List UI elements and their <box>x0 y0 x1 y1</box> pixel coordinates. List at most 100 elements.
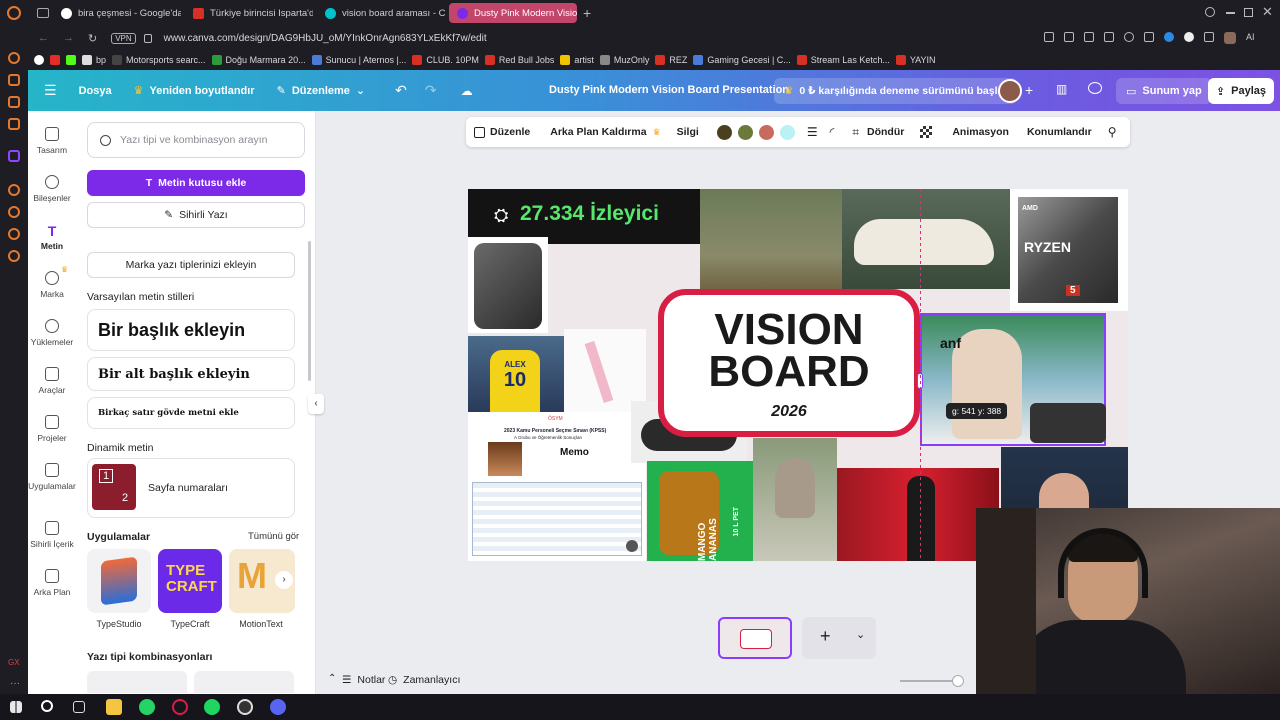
rail-item-tools[interactable]: Araçlar <box>28 367 76 395</box>
profile-avatar[interactable] <box>1224 32 1236 44</box>
browser-tab[interactable]: bira çeşmesi - Google'da A <box>53 3 181 23</box>
bookmark-item[interactable]: MuzOnly <box>599 55 649 65</box>
rail-item-apps[interactable]: Uygulamalar <box>28 463 76 491</box>
barbecue-photo-selected[interactable]: anf g: 541 y: 388 <box>917 313 1106 446</box>
bookmark-item[interactable]: Sunucu | Aternos |... <box>311 55 406 65</box>
font-combo-card[interactable] <box>194 671 294 693</box>
app-motiontext-thumb[interactable]: M › <box>229 549 295 613</box>
add-collaborator-icon[interactable]: + <box>1025 82 1033 98</box>
sidebar-icon[interactable] <box>8 74 20 86</box>
back-icon[interactable]: ← <box>38 32 49 44</box>
football-player-photo[interactable]: ALEX 10 <box>468 336 564 412</box>
see-all-link[interactable]: Tümünü gör <box>248 531 299 542</box>
mango-ananas-bottle[interactable]: MANGO ANANAS 10 L PET <box>647 461 753 561</box>
transparency-icon[interactable] <box>920 126 933 138</box>
notes-button[interactable]: ☰ Notlar <box>342 674 385 686</box>
play-icon[interactable] <box>1104 32 1114 42</box>
heart-icon[interactable] <box>1124 32 1134 42</box>
font-combo-card[interactable] <box>87 671 187 693</box>
rail-item-magic-media[interactable]: Sihirli İçerik <box>28 521 76 549</box>
viewer-count-banner[interactable]: ⛭ 27.334 İzleyici <box>468 189 700 244</box>
eraser-button[interactable]: Silgi <box>677 126 699 138</box>
mini-cooper-photo[interactable] <box>842 189 1010 289</box>
rail-item-background[interactable]: Arka Plan <box>28 569 76 597</box>
opera-gx-icon[interactable] <box>172 699 188 715</box>
chevron-up-icon[interactable]: ⌃ <box>328 673 336 684</box>
forward-icon[interactable]: → <box>63 32 74 44</box>
crop-icon[interactable]: ⌗ <box>852 125 859 140</box>
next-arrow-icon[interactable]: › <box>275 571 293 589</box>
corner-rounding-icon[interactable]: ◜ <box>830 125 835 139</box>
search-icon[interactable] <box>1205 7 1215 17</box>
bookmark-item[interactable]: artist <box>560 55 594 65</box>
file-menu[interactable]: Dosya <box>79 85 112 97</box>
spotify-icon[interactable] <box>204 699 220 715</box>
rail-item-projects[interactable]: Projeler <box>28 415 76 443</box>
file-explorer-icon[interactable] <box>106 699 122 715</box>
browser-tab[interactable]: Türkiye birincisi Isparta'da <box>185 3 313 23</box>
sidebar-icon[interactable] <box>8 96 20 108</box>
rail-item-elements[interactable]: Bileşenler <box>28 175 76 203</box>
bookmark-item[interactable]: YAYIN <box>895 55 936 65</box>
sidebar-icon[interactable] <box>8 52 20 64</box>
bookmark-icon[interactable] <box>66 55 76 65</box>
extension-icon[interactable] <box>1064 32 1074 42</box>
sidebar-icon[interactable] <box>8 118 20 130</box>
undo-icon[interactable]: ↶ <box>395 82 407 99</box>
opera-logo-icon[interactable] <box>7 6 21 20</box>
page-numbers-item[interactable]: 1 2 Sayfa numaraları <box>87 458 295 518</box>
flip-button[interactable]: Döndür <box>867 126 904 138</box>
vision-board-slide[interactable]: ⛭ 27.334 İzleyici AMD RYZEN 5 ALEX 10 ÖS… <box>468 189 1128 561</box>
tab-menu-icon[interactable] <box>37 8 49 18</box>
more-icon[interactable]: ··· <box>10 678 20 689</box>
man-kneeling-photo[interactable] <box>700 189 842 299</box>
insights-icon[interactable]: ▥ <box>1056 82 1067 96</box>
whatsapp-icon[interactable] <box>139 699 155 715</box>
comment-icon[interactable] <box>1088 82 1102 94</box>
add-page-button[interactable]: + ⌄ <box>802 617 876 659</box>
trial-button[interactable]: ♛ 0 ₺ karşılığında deneme sürümünü başlat <box>774 78 1017 104</box>
bookmark-item[interactable]: bp <box>82 55 106 65</box>
subheading-style[interactable]: Bir alt başlık ekleyin <box>87 357 295 391</box>
bookmark-item[interactable]: Stream Las Ketch... <box>796 55 890 65</box>
remove-background-button[interactable]: Arka Plan Kaldırma <box>550 126 646 138</box>
collaborator-avatar[interactable] <box>998 79 1022 103</box>
collapse-panel-button[interactable]: ‹ <box>308 394 324 414</box>
sidebar-icon[interactable] <box>8 228 20 240</box>
animate-button[interactable]: Animasyon <box>952 126 1009 138</box>
mute-icon[interactable] <box>626 540 638 552</box>
ai-label[interactable]: AI <box>1246 32 1255 44</box>
font-search-input[interactable]: Yazı tipi ve kombinasyon arayın <box>87 122 305 158</box>
page-thumbnail[interactable] <box>718 617 792 659</box>
zoom-slider[interactable] <box>900 680 960 682</box>
cloud-save-icon[interactable]: ☁ <box>461 84 473 98</box>
rail-item-design[interactable]: Tasarım <box>28 127 76 155</box>
rail-item-brand[interactable]: Marka ♛ <box>28 265 76 299</box>
task-view-icon[interactable] <box>73 701 85 713</box>
color-swatch[interactable] <box>737 124 753 140</box>
bookmark-item[interactable]: Doğu Marmara 20... <box>211 55 306 65</box>
bookmark-item[interactable]: REZ <box>655 55 687 65</box>
kpss-results-document[interactable]: ÖSYM 2023 Kamu Personeli Seçme Sınavı (K… <box>468 412 646 561</box>
reload-icon[interactable]: ↻ <box>88 32 97 45</box>
copy-style-icon[interactable]: ⚲ <box>1108 125 1117 139</box>
present-button[interactable]: ▭ Sunum yap <box>1116 78 1212 104</box>
minimize-button[interactable] <box>1226 12 1235 14</box>
history-icon[interactable] <box>8 206 20 218</box>
editing-mode-dropdown[interactable]: ✎ Düzenleme ⌄ <box>277 84 366 98</box>
url-field[interactable]: www.canva.com/design/DAG9HbJU_oM/YInkOnr… <box>164 33 487 44</box>
extension-icon[interactable] <box>1164 32 1174 42</box>
redo-icon[interactable]: ↷ <box>425 82 437 99</box>
color-swatch[interactable] <box>758 124 774 140</box>
ryzen-box-photo[interactable]: AMD RYZEN 5 <box>1010 189 1128 311</box>
color-swatch[interactable] <box>779 124 795 140</box>
comedian-photo[interactable] <box>837 468 999 561</box>
extension-icon[interactable] <box>1184 32 1194 42</box>
bookmark-item[interactable]: CLUB. 10PM <box>412 55 479 65</box>
share-button[interactable]: ⇪ Paylaş <box>1208 78 1274 104</box>
phone-photo[interactable] <box>468 237 548 333</box>
maximize-button[interactable] <box>1244 8 1253 17</box>
bookmark-icon[interactable] <box>50 55 60 65</box>
extension-icon[interactable] <box>1084 32 1094 42</box>
vpn-badge[interactable]: VPN <box>111 32 136 44</box>
